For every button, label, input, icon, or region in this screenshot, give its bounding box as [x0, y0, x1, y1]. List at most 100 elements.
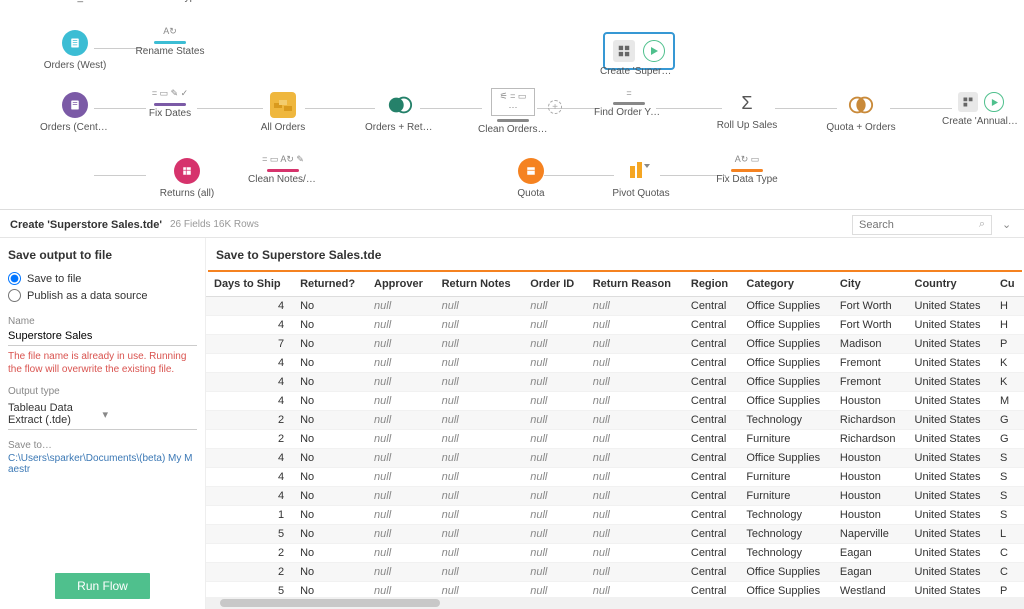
- step-bar: [267, 169, 299, 172]
- table-cell: S: [992, 468, 1024, 487]
- table-row[interactable]: 5NonullnullnullnullCentralTechnologyNape…: [206, 525, 1024, 544]
- search-box[interactable]: ⌕: [852, 215, 992, 235]
- node-quota[interactable]: Quota: [496, 158, 566, 199]
- table-row[interactable]: 4NonullnullnullnullCentralOffice Supplie…: [206, 373, 1024, 392]
- node-returns-all[interactable]: Returns (all): [152, 158, 222, 199]
- table-row[interactable]: 4NonullnullnullnullCentralOffice Supplie…: [206, 449, 1024, 468]
- column-header[interactable]: Country: [907, 272, 992, 297]
- horizontal-scrollbar[interactable]: [206, 597, 1024, 609]
- node-orders-west[interactable]: Orders (West): [40, 30, 110, 71]
- table-row[interactable]: 5NonullnullnullnullCentralOffice Supplie…: [206, 582, 1024, 598]
- radio-save-to-file[interactable]: Save to file: [8, 272, 197, 285]
- node-rename-states[interactable]: A↻ Rename States: [135, 26, 205, 57]
- table-cell: Office Supplies: [738, 354, 832, 373]
- table-cell: United States: [907, 544, 992, 563]
- run-flow-button[interactable]: Run Flow: [55, 573, 150, 599]
- table-row[interactable]: 4NonullnullnullnullCentralOffice Supplie…: [206, 354, 1024, 373]
- node-fix-data-type-top[interactable]: Fix Data Type: [135, 0, 205, 3]
- column-header[interactable]: Return Reason: [585, 272, 683, 297]
- data-table-scroll[interactable]: Days to ShipReturned?ApproverReturn Note…: [206, 272, 1024, 597]
- table-cell: United States: [907, 392, 992, 411]
- search-input[interactable]: [859, 219, 979, 231]
- table-row[interactable]: 4NonullnullnullnullCentralFurnitureHoust…: [206, 487, 1024, 506]
- table-row[interactable]: 2NonullnullnullnullCentralTechnologyRich…: [206, 411, 1024, 430]
- node-clean-notes[interactable]: = ▭ A↻ ✎ Clean Notes/Ap…: [248, 154, 318, 185]
- node-quota-orders[interactable]: Quota + Orders: [826, 92, 896, 133]
- step-type-icon: = ▭ A↻ ✎: [248, 154, 318, 165]
- table-cell: null: [366, 487, 434, 506]
- table-cell: null: [585, 411, 683, 430]
- add-step-button[interactable]: +: [548, 100, 562, 114]
- output-type-select[interactable]: Tableau Data Extract (.tde) ▾: [8, 399, 197, 430]
- node-create-superstore-label: Create 'Superst…: [600, 66, 676, 77]
- table-cell: null: [366, 544, 434, 563]
- table-row[interactable]: 4NonullnullnullnullCentralOffice Supplie…: [206, 297, 1024, 316]
- output-type-label: Output type: [8, 386, 197, 397]
- table-cell: United States: [907, 354, 992, 373]
- node-orders-returns[interactable]: Orders + Returns: [365, 92, 435, 133]
- run-icon[interactable]: [984, 92, 1004, 112]
- node-fix-data-type-bottom[interactable]: A↻ ▭ Fix Data Type: [712, 154, 782, 185]
- table-row[interactable]: 2NonullnullnullnullCentralFurnitureRicha…: [206, 430, 1024, 449]
- column-header[interactable]: Region: [683, 272, 739, 297]
- table-cell: null: [585, 392, 683, 411]
- step-bar: [154, 41, 186, 44]
- table-cell: 2: [206, 430, 292, 449]
- table-row[interactable]: 4NonullnullnullnullCentralFurnitureHoust…: [206, 468, 1024, 487]
- column-header[interactable]: Cu: [992, 272, 1024, 297]
- node-fix-dates[interactable]: = ▭ ✎ ✓ Fix Dates: [135, 88, 205, 119]
- node-create-superstore[interactable]: [603, 32, 675, 70]
- radio-publish-input[interactable]: [8, 289, 21, 302]
- table-cell: No: [292, 582, 366, 598]
- node-pivot-quotas[interactable]: Pivot Quotas: [606, 158, 676, 199]
- join-icon: [387, 92, 413, 118]
- table-row[interactable]: 2NonullnullnullnullCentralOffice Supplie…: [206, 563, 1024, 582]
- column-header[interactable]: Category: [738, 272, 832, 297]
- table-cell: S: [992, 506, 1024, 525]
- table-cell: null: [366, 506, 434, 525]
- column-header[interactable]: Approver: [366, 272, 434, 297]
- table-row[interactable]: 7NonullnullnullnullCentralOffice Supplie…: [206, 335, 1024, 354]
- table-cell: United States: [907, 449, 992, 468]
- table-cell: S: [992, 449, 1024, 468]
- table-cell: P: [992, 335, 1024, 354]
- run-icon[interactable]: [643, 40, 665, 62]
- table-cell: H: [992, 316, 1024, 335]
- node-orders-central[interactable]: Orders (Central): [40, 92, 110, 133]
- node-orders-east[interactable]: Orders_East: [40, 0, 110, 3]
- node-find-order-year[interactable]: = Find Order Year: [594, 88, 664, 118]
- table-cell: Furniture: [738, 468, 832, 487]
- chevron-down-icon: ▾: [103, 408, 198, 421]
- table-row[interactable]: 1NonullnullnullnullCentralTechnologyHous…: [206, 506, 1024, 525]
- radio-save-to-file-input[interactable]: [8, 272, 21, 285]
- table-cell: null: [434, 373, 523, 392]
- output-settings-panel: Save output to file Save to file Publish…: [0, 238, 206, 609]
- column-header[interactable]: Returned?: [292, 272, 366, 297]
- table-cell: Central: [683, 335, 739, 354]
- column-header[interactable]: Order ID: [522, 272, 585, 297]
- table-row[interactable]: 2NonullnullnullnullCentralTechnologyEaga…: [206, 544, 1024, 563]
- table-cell: 4: [206, 487, 292, 506]
- table-cell: null: [585, 525, 683, 544]
- node-roll-up-sales[interactable]: Σ Roll Up Sales: [712, 90, 782, 131]
- node-clean-orders[interactable]: ⚟ = ▭ ⋯ Clean Orders + …: [478, 88, 548, 135]
- save-to-path[interactable]: C:\Users\sparker\Documents\(beta) My Mae…: [8, 453, 197, 475]
- column-header[interactable]: City: [832, 272, 907, 297]
- table-cell: No: [292, 544, 366, 563]
- scrollbar-thumb[interactable]: [220, 599, 440, 607]
- table-row[interactable]: 4NonullnullnullnullCentralOffice Supplie…: [206, 316, 1024, 335]
- table-cell: Houston: [832, 487, 907, 506]
- panel-menu-caret-icon[interactable]: ⌄: [1002, 218, 1014, 231]
- node-all-orders[interactable]: All Orders: [248, 92, 318, 133]
- column-header[interactable]: Return Notes: [434, 272, 523, 297]
- table-row[interactable]: 4NonullnullnullnullCentralOffice Supplie…: [206, 392, 1024, 411]
- table-cell: Furniture: [738, 487, 832, 506]
- save-to-label: Save to…: [8, 440, 197, 451]
- step-type-icon: A↻: [135, 26, 205, 37]
- radio-publish[interactable]: Publish as a data source: [8, 289, 197, 302]
- node-create-annual[interactable]: Create 'Annual …: [942, 92, 1020, 127]
- column-header[interactable]: Days to Ship: [206, 272, 292, 297]
- step-type-icon: = ▭ ✎ ✓: [135, 88, 205, 99]
- flow-canvas[interactable]: Orders_East Fix Data Type Orders (West) …: [0, 0, 1024, 210]
- name-input[interactable]: [8, 327, 197, 346]
